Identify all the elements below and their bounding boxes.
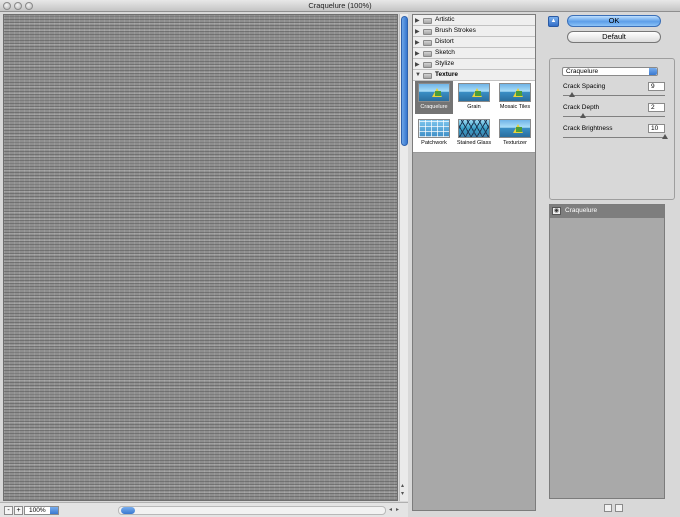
stained-glass-thumbnail: [458, 119, 490, 138]
filter-thumb-label: Mosaic Tiles: [499, 104, 531, 110]
folder-icon: [423, 29, 432, 35]
eye-icon[interactable]: ◉: [552, 207, 561, 215]
texture-filter-thumbnails: Craquelure Grain Mosaic Tiles Patchwork …: [413, 81, 535, 153]
disclosure-right-icon: ▶: [415, 51, 420, 57]
filter-controls-panel: ▲ OK Default Craquelure Crack Spacing 9 …: [548, 14, 676, 512]
crack-spacing-input[interactable]: 9: [648, 82, 665, 91]
slider-track[interactable]: [563, 116, 665, 117]
grain-thumbnail: [458, 83, 490, 102]
filter-select-value: Craquelure: [566, 68, 599, 75]
filter-thumb-label: Stained Glass: [456, 140, 492, 146]
crack-brightness-input[interactable]: 10: [648, 124, 665, 133]
select-arrows-icon: [50, 507, 58, 514]
filter-gallery-panel: ▶ Artistic ▶ Brush Strokes ▶ Distort ▶ S…: [412, 14, 536, 511]
folder-open-icon: [423, 73, 432, 79]
param-label: Crack Spacing: [563, 83, 606, 90]
zoom-in-button[interactable]: +: [14, 506, 23, 515]
delete-effect-layer-icon[interactable]: [615, 504, 623, 512]
effect-layers-list: ◉ Craquelure: [549, 204, 665, 499]
category-label: Artistic: [435, 16, 455, 23]
filter-thumb-label: Craquelure: [420, 104, 448, 110]
category-stylize[interactable]: ▶ Stylize: [413, 59, 535, 70]
param-label: Crack Brightness: [563, 125, 613, 132]
texturizer-thumbnail: [499, 119, 531, 138]
disclosure-down-icon: ▼: [415, 72, 421, 78]
filter-thumb-label: Grain: [467, 104, 481, 110]
slider-track[interactable]: [563, 95, 665, 96]
filter-thumb-grain[interactable]: Grain: [455, 81, 493, 114]
crack-spacing-slider-knob[interactable]: [569, 92, 576, 97]
folder-icon: [423, 51, 432, 57]
filter-thumb-stained-glass[interactable]: Stained Glass: [455, 117, 493, 150]
filter-thumb-craquelure[interactable]: Craquelure: [415, 81, 453, 114]
select-arrows-icon: [649, 68, 657, 75]
param-crack-spacing: Crack Spacing 9: [563, 82, 665, 102]
default-button[interactable]: Default: [567, 31, 661, 43]
vertical-scroll-thumb[interactable]: [401, 16, 408, 146]
filter-thumb-mosaic-tiles[interactable]: Mosaic Tiles: [496, 81, 534, 114]
patchwork-thumbnail: [418, 119, 450, 138]
disclosure-right-icon: ▶: [415, 62, 420, 68]
filter-settings-group: Craquelure Crack Spacing 9 Crack Depth 2…: [549, 58, 675, 200]
zoom-out-button[interactable]: -: [4, 506, 13, 515]
category-sketch[interactable]: ▶ Sketch: [413, 48, 535, 59]
collapse-gallery-button[interactable]: ▲: [548, 16, 559, 27]
preview-vertical-scrollbar[interactable]: ▴ ▾: [399, 14, 408, 501]
param-label: Crack Depth: [563, 104, 600, 111]
scroll-left-icon[interactable]: ◂: [389, 506, 392, 513]
window-title: Craquelure (100%): [308, 1, 372, 10]
filter-thumb-patchwork[interactable]: Patchwork: [415, 117, 453, 150]
filter-thumb-texturizer[interactable]: Texturizer: [496, 117, 534, 150]
scroll-up-icon[interactable]: ▴: [401, 483, 404, 490]
category-artistic[interactable]: ▶ Artistic: [413, 15, 535, 26]
param-crack-depth: Crack Depth 2: [563, 103, 665, 123]
zoom-select[interactable]: 100%: [24, 506, 59, 515]
horizontal-scroll-thumb[interactable]: [121, 507, 135, 514]
slider-track[interactable]: [563, 137, 665, 138]
disclosure-right-icon: ▶: [415, 40, 420, 46]
ok-button[interactable]: OK: [567, 15, 661, 27]
filter-thumb-label: Patchwork: [421, 140, 447, 146]
disclosure-right-icon: ▶: [415, 29, 420, 35]
effect-layer-label: Craquelure: [565, 207, 598, 214]
category-label: Distort: [435, 38, 454, 45]
crack-brightness-slider-knob[interactable]: [662, 134, 668, 139]
scroll-right-icon[interactable]: ▸: [396, 506, 399, 513]
filter-thumb-label: Texturizer: [503, 140, 527, 146]
craquelure-thumbnail: [418, 83, 450, 102]
filter-select[interactable]: Craquelure: [562, 67, 658, 76]
category-label: Sketch: [435, 49, 455, 56]
crack-depth-slider-knob[interactable]: [580, 113, 587, 118]
category-distort[interactable]: ▶ Distort: [413, 37, 535, 48]
category-label: Texture: [435, 71, 458, 78]
folder-icon: [423, 18, 432, 24]
param-crack-brightness: Crack Brightness 10: [563, 124, 668, 144]
effect-layer-row[interactable]: ◉ Craquelure: [550, 205, 664, 218]
category-label: Brush Strokes: [435, 27, 476, 34]
preview-horizontal-scrollbar[interactable]: [118, 506, 386, 515]
filter-preview[interactable]: [3, 14, 398, 501]
mosaic-tiles-thumbnail: [499, 83, 531, 102]
scroll-down-icon[interactable]: ▾: [401, 491, 404, 498]
preview-bottom-bar: - + 100% ◂ ▸: [0, 502, 408, 517]
zoom-value: 100%: [29, 507, 46, 514]
folder-icon: [423, 40, 432, 46]
title-bar: Craquelure (100%): [0, 0, 680, 12]
category-texture[interactable]: ▼ Texture: [413, 70, 535, 81]
folder-icon: [423, 62, 432, 68]
crack-depth-input[interactable]: 2: [648, 103, 665, 112]
category-label: Stylize: [435, 60, 455, 67]
disclosure-right-icon: ▶: [415, 18, 420, 24]
category-brush-strokes[interactable]: ▶ Brush Strokes: [413, 26, 535, 37]
new-effect-layer-icon[interactable]: [604, 504, 612, 512]
